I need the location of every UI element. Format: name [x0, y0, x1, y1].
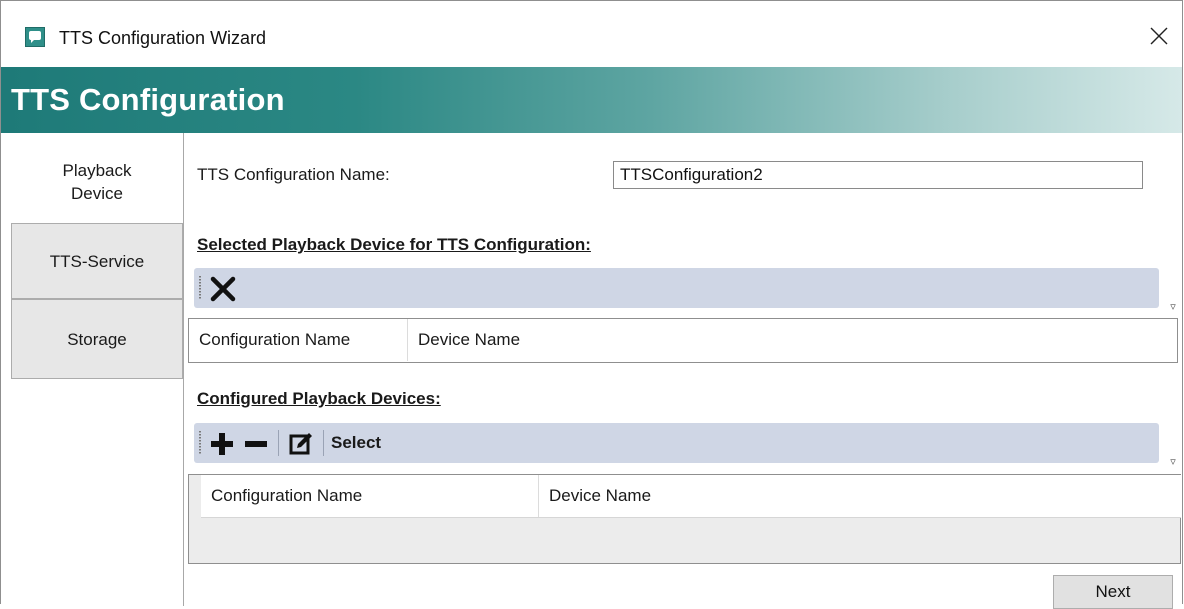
configured-devices-toolbar: Select — [194, 423, 1159, 463]
nav-divider — [183, 133, 184, 606]
selected-grid-header: Configuration Name Device Name — [189, 319, 608, 361]
toolbar-separator — [278, 430, 279, 456]
config-name-input[interactable] — [613, 161, 1143, 189]
add-device-button[interactable] — [208, 430, 236, 458]
column-device-name[interactable]: Device Name — [408, 319, 608, 361]
tab-tts-service[interactable]: TTS-Service — [11, 223, 183, 299]
config-name-label: TTS Configuration Name: — [197, 165, 390, 184]
configured-grid-header: Configuration Name Device Name — [201, 475, 1181, 518]
remove-selected-button[interactable] — [208, 274, 238, 304]
header-banner: TTS Configuration — [1, 67, 1182, 133]
title-bar: TTS Configuration Wizard — [1, 1, 1182, 67]
column-configuration-name[interactable]: Configuration Name — [189, 319, 408, 361]
selected-device-grid: Configuration Name Device Name — [188, 318, 1178, 363]
tab-playback-device-line2: Device — [71, 184, 123, 203]
edit-icon — [289, 433, 312, 455]
wizard-window: TTS Configuration Wizard TTS Configurati… — [0, 0, 1183, 609]
app-icon — [25, 27, 45, 47]
configured-devices-heading: Configured Playback Devices: — [197, 389, 441, 408]
close-icon — [1150, 27, 1168, 45]
column-device-name[interactable]: Device Name — [539, 475, 1180, 517]
tab-storage[interactable]: Storage — [11, 299, 183, 379]
remove-device-button[interactable] — [242, 430, 270, 458]
close-button[interactable] — [1136, 14, 1182, 58]
minus-icon — [245, 441, 267, 447]
tab-tts-service-label: TTS-Service — [49, 251, 145, 271]
selected-device-heading: Selected Playback Device for TTS Configu… — [197, 235, 591, 254]
toolbar-grip[interactable] — [199, 431, 201, 455]
next-button[interactable]: Next — [1053, 575, 1173, 609]
edit-device-button[interactable] — [284, 429, 318, 459]
plus-icon — [211, 433, 233, 455]
page-title: TTS Configuration — [11, 82, 285, 117]
tab-storage-label: Storage — [67, 329, 127, 349]
selected-device-toolbar — [194, 268, 1159, 308]
toolbar-separator — [323, 430, 324, 456]
toolbar-grip[interactable] — [199, 276, 201, 300]
close-icon — [210, 276, 236, 302]
column-configuration-name[interactable]: Configuration Name — [201, 475, 539, 517]
tab-playback-device-line1: Playback — [62, 161, 132, 180]
tab-playback-device[interactable]: Playback Device — [11, 141, 183, 223]
toolbar-overflow-icon[interactable]: ▿ — [1168, 301, 1178, 313]
window-title: TTS Configuration Wizard — [59, 28, 267, 48]
select-device-button[interactable]: Select — [331, 431, 381, 455]
toolbar-overflow-icon[interactable]: ▿ — [1168, 456, 1178, 468]
configured-devices-grid: Configuration Name Device Name — [188, 474, 1181, 564]
